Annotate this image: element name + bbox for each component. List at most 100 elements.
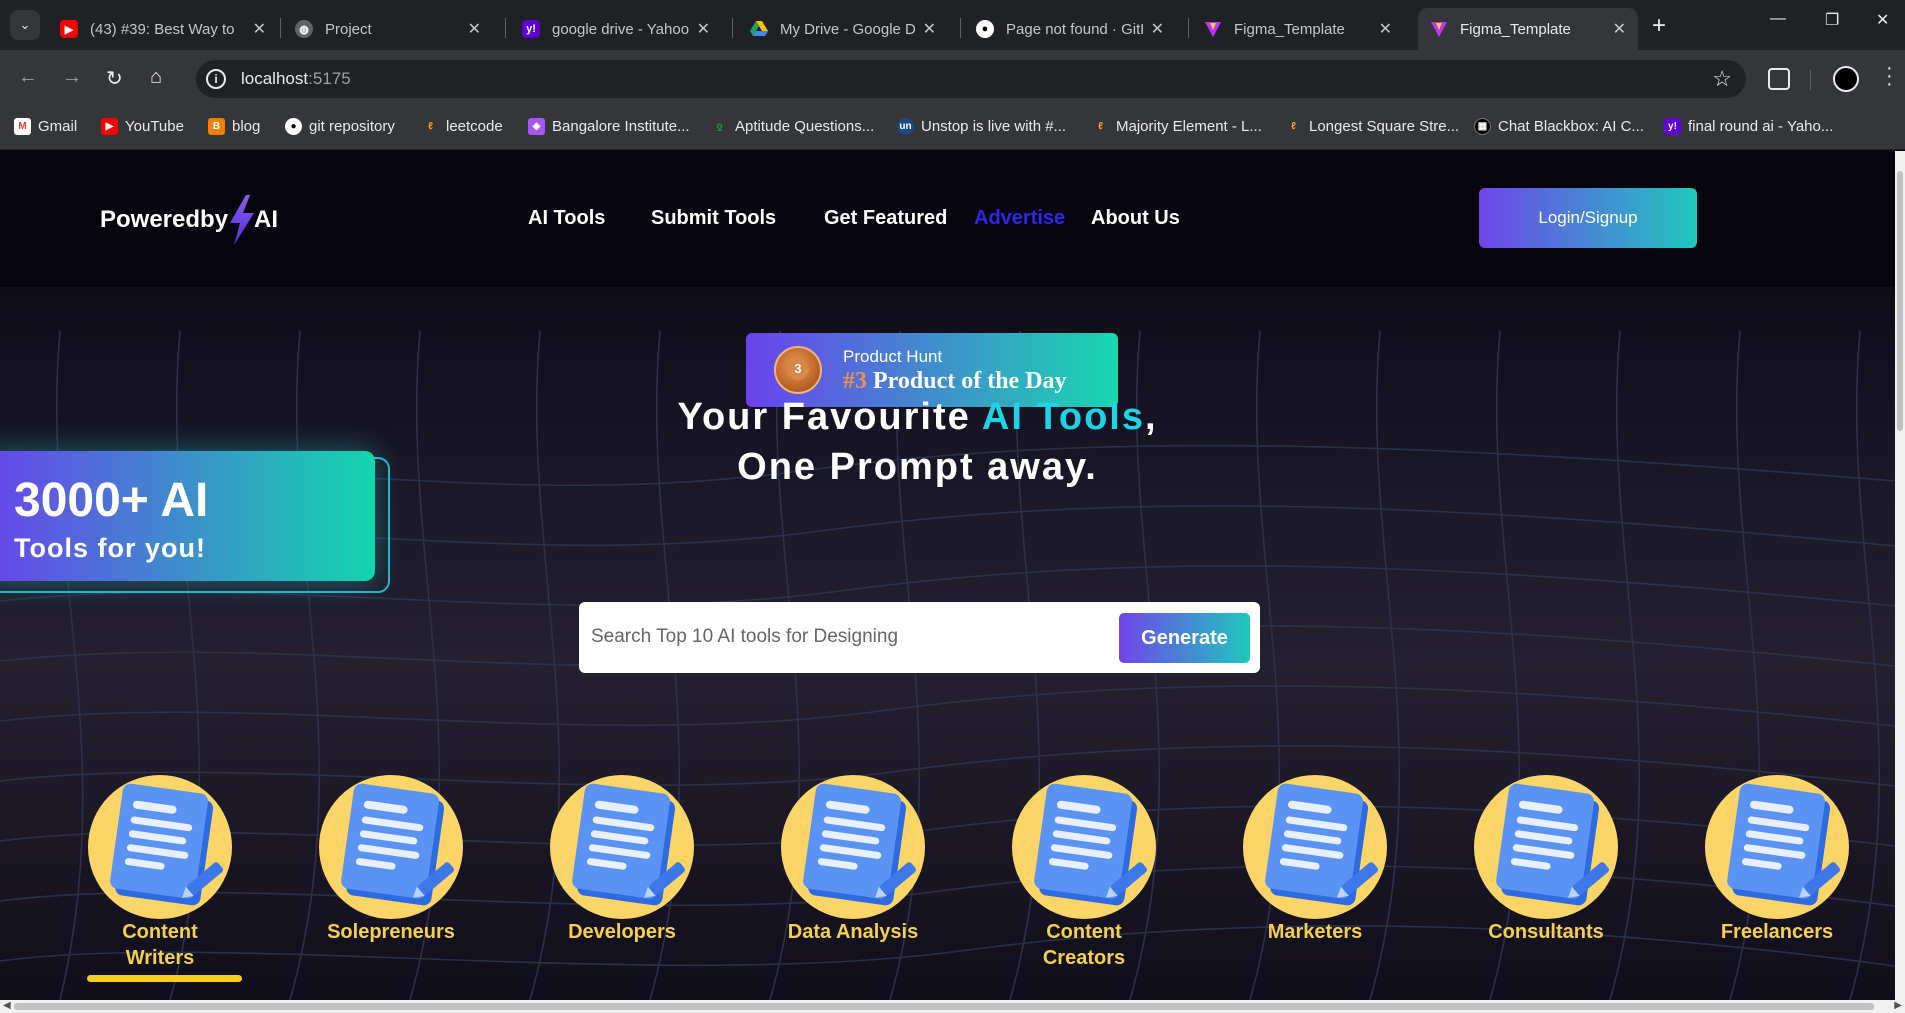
blackbox-icon: ▦ <box>1474 118 1491 135</box>
page-viewport: Poweredby AI AI Tools Submit Tools Get F… <box>0 151 1895 1000</box>
category-label: Data Analysis <box>787 921 919 943</box>
tab-search-button[interactable]: ⌄ <box>10 10 40 40</box>
logo-text: Poweredby <box>100 206 229 233</box>
bookmark-final-round-ai[interactable]: y! final round ai - Yaho... <box>1664 118 1833 135</box>
close-icon[interactable]: ✕ <box>923 19 936 39</box>
site-info-icon[interactable]: i <box>206 69 226 89</box>
bookmark-star-icon[interactable]: ☆ <box>1712 66 1732 92</box>
document-pencil-icon <box>1727 783 1841 906</box>
vite-icon <box>1204 20 1222 38</box>
youtube-icon: ▶ <box>101 118 118 135</box>
bookmark-leetcode[interactable]: ℓ leetcode <box>422 118 503 135</box>
bookmark-chat-blackbox[interactable]: ▦ Chat Blackbox: AI C... <box>1474 118 1644 135</box>
unstop-icon: un <box>897 118 914 135</box>
bookmark-youtube[interactable]: ▶ YouTube <box>101 118 184 135</box>
logo-text-ai: AI <box>254 206 279 233</box>
extensions-icon[interactable] <box>1768 68 1790 90</box>
browser-tab[interactable]: Figma_Template ✕ <box>1192 8 1404 50</box>
nav-advertise[interactable]: Advertise <box>974 207 1065 230</box>
category-label: Consultants <box>1488 921 1604 943</box>
login-signup-button[interactable]: Login/Signup <box>1479 188 1697 248</box>
close-icon[interactable]: ✕ <box>468 19 481 39</box>
medal-icon: 3 <box>774 346 822 394</box>
url-text[interactable]: localhost:5175 <box>241 69 351 89</box>
nav-get-featured[interactable]: Get Featured <box>824 207 947 230</box>
nav-submit-tools[interactable]: Submit Tools <box>651 207 776 230</box>
back-icon[interactable]: ← <box>18 66 38 89</box>
bookmark-longest-square[interactable]: ℓ Longest Square Stre... <box>1285 118 1459 135</box>
google-drive-icon <box>750 20 768 38</box>
category-label: Solepreneurs <box>327 921 455 943</box>
browser-tab-bar: ⌄ ▶ (43) #39: Best Way to ✕ ◍ Project ✕ … <box>0 0 1905 50</box>
home-icon[interactable]: ⌂ <box>150 66 162 89</box>
search-input[interactable] <box>591 620 1091 654</box>
hero-heading-line1: Your Favourite AI Tools, <box>677 396 1158 438</box>
browser-tab[interactable]: y! google drive - Yahoo ✕ <box>510 8 722 50</box>
tools-count-caption: Tools for you! <box>14 533 206 563</box>
bookmark-bangalore-institute[interactable]: ◈ Bangalore Institute... <box>528 118 690 135</box>
leetcode-icon: ℓ <box>1291 121 1296 132</box>
github-icon: ● <box>285 118 302 135</box>
generate-button[interactable]: Generate <box>1119 613 1250 663</box>
yahoo-icon: y! <box>1664 118 1681 135</box>
leetcode-icon: ℓ <box>428 121 433 132</box>
document-pencil-icon <box>1265 783 1379 906</box>
forward-icon[interactable]: → <box>62 66 82 89</box>
badge-title: #3 Product of the Day <box>843 368 1067 394</box>
document-pencil-icon <box>341 783 455 906</box>
github-icon: ● <box>976 20 994 38</box>
bookmark-git-repository[interactable]: ● git repository <box>285 118 395 135</box>
bookmark-aptitude-questions[interactable]: ƍ Aptitude Questions... <box>711 118 874 135</box>
category-label: Content Creators <box>1042 921 1126 969</box>
browser-tab[interactable]: ● Page not found · GitH ✕ <box>964 8 1176 50</box>
bookmark-blog[interactable]: Bblog <box>208 118 260 135</box>
institute-icon: ◈ <box>528 118 545 135</box>
close-icon[interactable]: ✕ <box>1613 19 1626 39</box>
browser-tab[interactable]: ◍ Project ✕ <box>283 8 493 50</box>
close-icon[interactable]: ✕ <box>1379 19 1392 39</box>
search-bar: Generate <box>579 602 1260 673</box>
close-icon[interactable]: ✕ <box>697 19 710 39</box>
bookmarks-bar: M Gmail ▶ YouTube Bblog ● git repository ℓl… <box>0 108 1905 150</box>
category-label: Marketers <box>1267 921 1363 943</box>
nav-ai-tools[interactable]: AI Tools <box>528 207 605 230</box>
blogger-icon: B <box>208 118 225 135</box>
document-pencil-icon <box>572 783 686 906</box>
document-pencil-icon <box>110 783 224 906</box>
vite-icon <box>1430 20 1448 38</box>
globe-icon: ◍ <box>295 20 313 38</box>
vertical-scrollbar[interactable] <box>1895 151 1905 1000</box>
category-label: Freelancers <box>1720 921 1834 943</box>
document-pencil-icon <box>1496 783 1610 906</box>
browser-tab-active[interactable]: Figma_Template ✕ <box>1418 8 1638 50</box>
address-bar[interactable]: i localhost:5175 ☆ <box>196 60 1746 98</box>
yahoo-icon: y! <box>522 20 540 38</box>
geeksforgeeks-icon: ƍ <box>716 121 723 132</box>
close-icon[interactable]: ✕ <box>1151 19 1164 39</box>
browser-menu-icon[interactable]: · · · <box>1886 58 1893 94</box>
horizontal-scrollbar[interactable]: ◀ ▶ <box>0 1000 1905 1013</box>
badge-label: Product Hunt <box>843 347 943 366</box>
site-header: Poweredby AI AI Tools Submit Tools Get F… <box>0 151 1895 287</box>
lightning-bolt-icon <box>230 195 255 245</box>
browser-tab[interactable]: ▶ (43) #39: Best Way to ✕ <box>48 8 278 50</box>
hero-heading-line2: One Prompt away. <box>737 446 1098 488</box>
restore-icon[interactable]: ❐ <box>1825 10 1839 30</box>
gmail-icon: M <box>14 118 31 135</box>
leetcode-icon: ℓ <box>1098 121 1103 132</box>
bookmark-majority-element[interactable]: ℓ Majority Element - L... <box>1092 118 1262 135</box>
close-window-icon[interactable]: ✕ <box>1876 10 1889 30</box>
reload-icon[interactable]: ↻ <box>106 66 123 91</box>
profile-avatar[interactable] <box>1833 66 1859 92</box>
new-tab-button[interactable]: + <box>1652 12 1666 40</box>
category-label: Developers <box>568 921 676 943</box>
bookmark-gmail[interactable]: M Gmail <box>14 118 77 135</box>
nav-about-us[interactable]: About Us <box>1091 207 1180 230</box>
bookmark-unstop[interactable]: un Unstop is live with #... <box>897 118 1066 135</box>
browser-tab[interactable]: My Drive - Google Dr ✕ <box>738 8 948 50</box>
active-category-underline <box>87 975 242 982</box>
close-icon[interactable]: ✕ <box>253 19 266 39</box>
site-logo[interactable]: Poweredby AI <box>100 195 278 245</box>
browser-toolbar: ← → ↻ ⌂ i localhost:5175 ☆ · · · <box>0 50 1905 108</box>
minimize-icon[interactable]: — <box>1770 10 1786 28</box>
